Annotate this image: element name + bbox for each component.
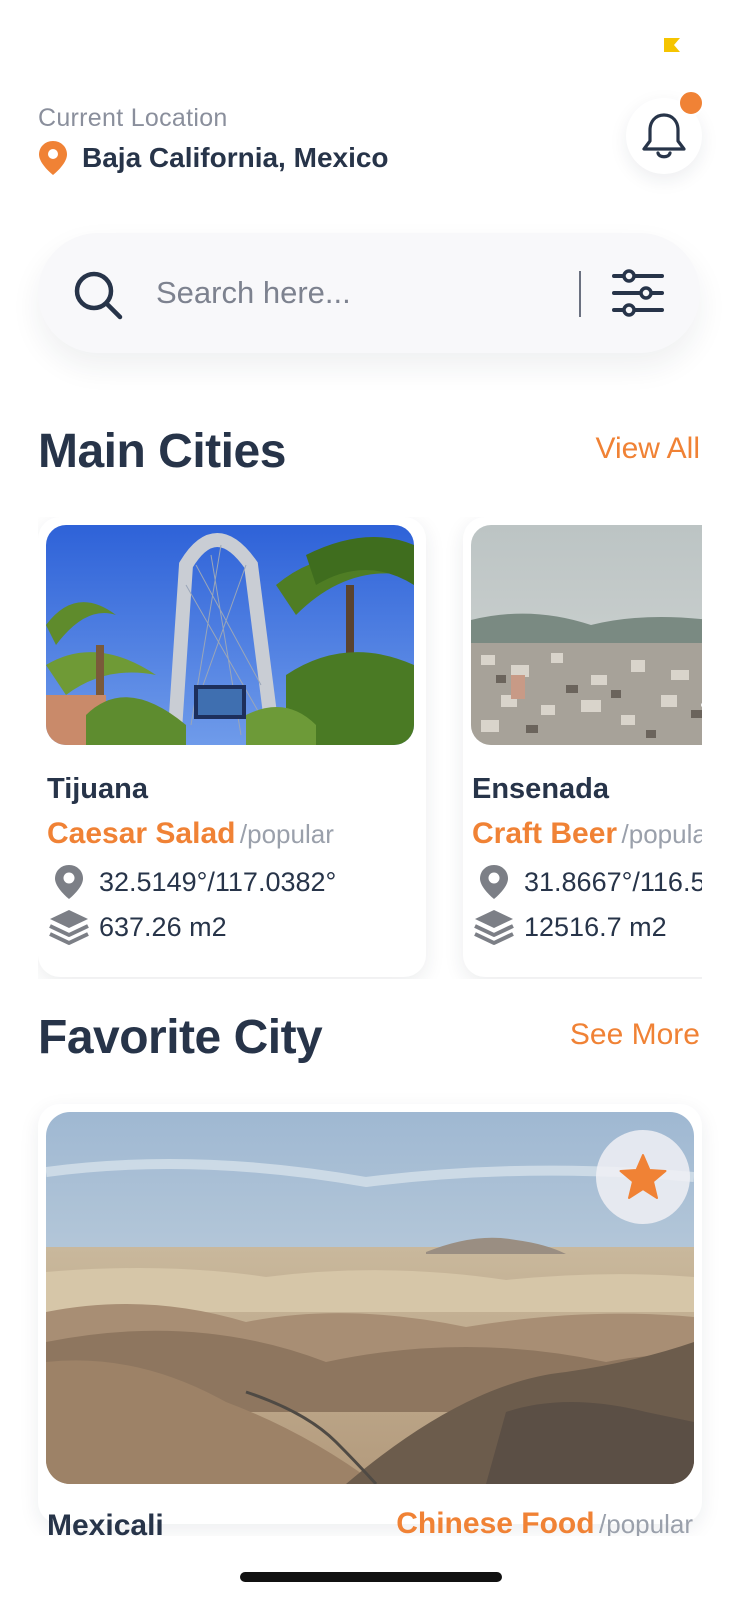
notification-badge: [678, 90, 704, 116]
layers-icon: [472, 907, 516, 947]
city-image-ensenada: [471, 525, 702, 745]
city-image-tijuana: [46, 525, 414, 745]
city-card-tijuana[interactable]: Tijuana Caesar Salad /popular 32.5149°/1…: [38, 517, 426, 977]
food-name: Craft Beer: [472, 817, 618, 850]
city-card-ensenada[interactable]: Ensenada Craft Beer /popular 31.8667°/11…: [463, 517, 702, 977]
city-name: Ensenada: [472, 773, 609, 805]
bell-icon: [642, 113, 686, 159]
layers-icon: [47, 907, 91, 947]
city-coordinates: 31.8667°/116.5964°: [472, 862, 702, 902]
area-text: 637.26 m2: [99, 911, 227, 942]
food-name: Caesar Salad: [47, 817, 236, 850]
star-icon: [619, 1154, 667, 1199]
location-pin-icon: [39, 141, 67, 175]
location-header: Current Location Baja California, Mexico: [38, 90, 704, 198]
search-bar: [38, 233, 700, 353]
city-coordinates: 32.5149°/117.0382°: [47, 862, 336, 902]
bottom-safe-area: [0, 1536, 739, 1600]
city-popular-food: Caesar Salad /popular: [47, 817, 334, 851]
favorite-city-card[interactable]: Mexicali Chinese Food /popular: [38, 1104, 702, 1542]
city-area: 12516.7 m2: [472, 907, 667, 947]
popular-tag: /popular: [599, 1509, 693, 1539]
view-all-link[interactable]: View All: [595, 432, 700, 466]
search-divider: [579, 271, 581, 317]
city-popular-food: Craft Beer /popular: [472, 817, 702, 851]
favorite-city-title: Favorite City: [38, 1011, 323, 1064]
notifications-button[interactable]: [626, 90, 704, 174]
location-caption: Current Location: [38, 104, 228, 132]
home-indicator[interactable]: [240, 1572, 502, 1582]
main-cities-title: Main Cities: [38, 425, 286, 478]
see-more-link[interactable]: See More: [570, 1018, 700, 1052]
filter-sliders-icon[interactable]: [610, 265, 666, 321]
popular-tag: /popular: [239, 819, 334, 849]
search-icon[interactable]: [70, 267, 126, 323]
popular-tag: /popular: [621, 819, 702, 849]
coordinates-text: 32.5149°/117.0382°: [99, 866, 337, 897]
city-name: Tijuana: [47, 773, 148, 805]
status-indicator-icon: [664, 38, 680, 52]
map-pin-icon: [472, 862, 516, 902]
favorite-city-image: [46, 1112, 694, 1484]
current-location[interactable]: Baja California, Mexico: [38, 140, 389, 176]
coordinates-text: 31.8667°/116.5964°: [524, 866, 702, 897]
search-input[interactable]: [156, 267, 556, 319]
location-name: Baja California, Mexico: [82, 142, 389, 173]
main-cities-carousel[interactable]: Tijuana Caesar Salad /popular 32.5149°/1…: [38, 517, 702, 979]
area-text: 12516.7 m2: [524, 911, 667, 942]
city-area: 637.26 m2: [47, 907, 227, 947]
favorite-star-button[interactable]: [596, 1130, 690, 1224]
map-pin-icon: [47, 862, 91, 902]
